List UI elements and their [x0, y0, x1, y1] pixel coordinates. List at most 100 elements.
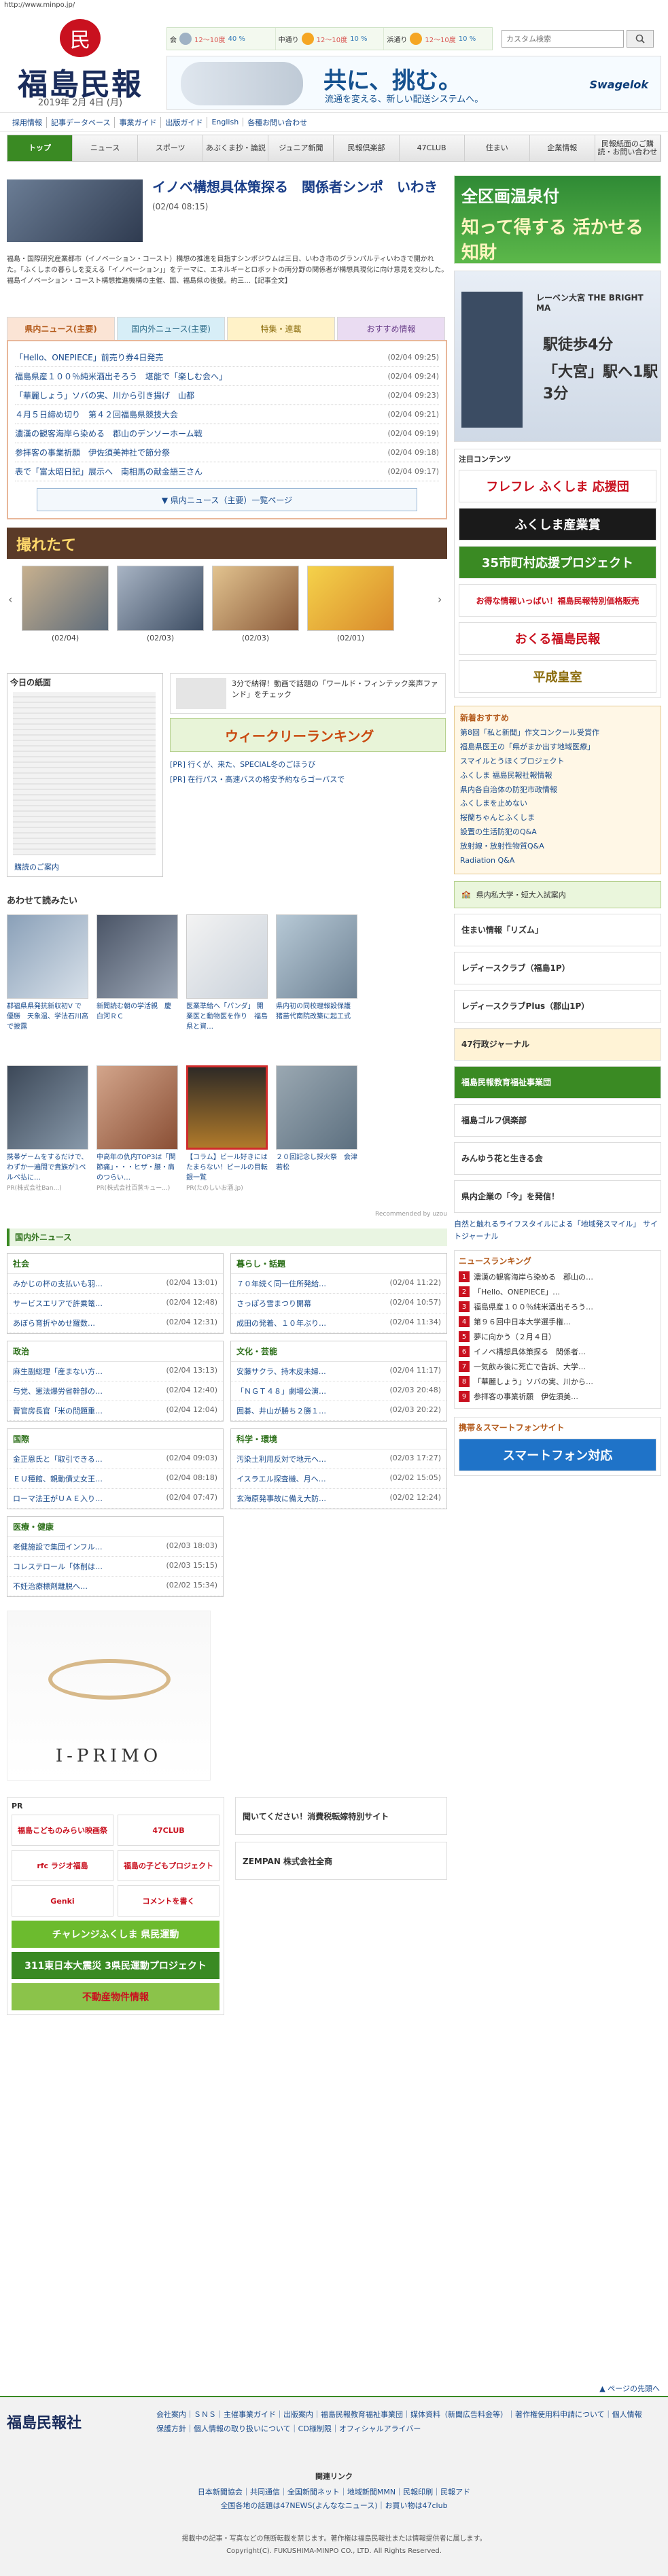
category-title[interactable]: 科学・環境 — [231, 1429, 446, 1449]
category-row[interactable]: 菅官房長官「米の問題重… (02/04 12:04) — [7, 1401, 223, 1421]
ranking-title[interactable]: 夢に向かう（２月４日） — [474, 1331, 556, 1342]
new-pick-link[interactable]: 放射線・放射性物質Q&A — [460, 840, 655, 854]
university-info-text[interactable]: 県内私大学・短大入試案内 — [476, 889, 566, 900]
news-item[interactable]: ４月５日締め切り 第４２回福島県競技大会 (02/04 09:21) — [15, 405, 439, 424]
side-banner[interactable]: 47行政ジャーナル — [454, 1027, 661, 1061]
ranking-title[interactable]: 一気飲み後に死亡で告訴、大学… — [474, 1361, 586, 1372]
pr-banner[interactable]: 47CLUB — [118, 1815, 219, 1846]
news-item[interactable]: 参拝客の事業祈願 伊佐須美神社で節分祭 (02/04 09:18) — [15, 443, 439, 462]
pr-side-banner[interactable]: 聞いてください！消費税転嫁特別サイト — [235, 1797, 447, 1835]
search-button[interactable] — [627, 30, 654, 48]
new-pick-link[interactable]: Radiation Q&A — [460, 854, 655, 868]
side-banner-text[interactable]: 47行政ジャーナル — [461, 1038, 529, 1050]
photo-thumb[interactable] — [307, 566, 394, 631]
category-row[interactable]: サービスエリアで許乗篭… (02/04 12:48) — [7, 1294, 223, 1313]
pr-wide-banner[interactable]: 311東日本大震災 3県民運動プロジェクト — [12, 1952, 219, 1979]
chevron-right-icon[interactable]: › — [438, 593, 446, 620]
category-row[interactable]: 汚染土利用反対で地元へ… (02/03 17:27) — [231, 1449, 446, 1469]
ranking-title[interactable]: 濃漢の観客海岸ら染める 郡山の… — [474, 1271, 593, 1282]
nav-top[interactable]: トップ — [7, 135, 73, 161]
text-ad[interactable]: 3分で納得！動画で話題の「ワールド・フィンテック楽声ファンド」をチェック — [170, 673, 446, 714]
utility-link[interactable]: 出版ガイド — [161, 116, 208, 128]
recommend-title[interactable]: 携帯ゲームをするだけで、わずか一遍間で貴族が1ペルペ払に… — [7, 1152, 88, 1183]
pr-side-text[interactable]: 聞いてください！消費税転嫁特別サイト — [243, 1810, 389, 1822]
side-banner[interactable]: 福島ゴルフ倶楽部 — [454, 1103, 661, 1137]
footer-links[interactable]: 会社案内｜ＳＮＳ｜主催事業ガイド｜出版案内｜福島民報教育福祉事業団｜媒体資料（新… — [156, 2408, 646, 2437]
recommend-thumb[interactable] — [276, 1065, 357, 1150]
utility-link[interactable]: English — [207, 118, 244, 126]
newspaper-image[interactable] — [13, 692, 156, 855]
category-title[interactable]: 暮らし・話題 — [231, 1254, 446, 1274]
utility-link[interactable]: 記事データベース — [47, 116, 116, 128]
category-row-title[interactable]: ７０年続く同一住所発給… — [236, 1278, 326, 1289]
pr-wide-banner[interactable]: チャレンジふくしま 県民運動 — [12, 1921, 219, 1948]
category-row-title[interactable]: 麻生副総理「産まない方… — [13, 1366, 103, 1377]
recommend-item-highlighted[interactable]: 【コラム】ビール好きにはたまらない！ビールの目転銀一覧 PR(たのしいお酒.jp) — [186, 1065, 268, 1208]
ranking-item[interactable]: 5 夢に向かう（２月４日） — [459, 1329, 656, 1344]
pr-link[interactable]: [PR] 在行パス・高速バスの格安予約ならゴーバスで — [170, 772, 446, 787]
pr-side-text[interactable]: ZEMPAN 株式会社全商 — [243, 1855, 332, 1867]
category-title[interactable]: 文化・芸能 — [231, 1341, 446, 1362]
category-row[interactable]: 金正恩氏と「取引できる… (02/04 09:03) — [7, 1449, 223, 1469]
recommend-thumb[interactable] — [96, 1065, 178, 1150]
ranking-item[interactable]: 4 第９６回中日本大学選手権… — [459, 1314, 656, 1329]
category-row[interactable]: ＥＵ種館、親動債丈女王… (02/04 08:18) — [7, 1469, 223, 1489]
photo-thumb[interactable] — [117, 566, 204, 631]
category-row[interactable]: 囲碁、井山が勝ち２勝１… (02/03 20:22) — [231, 1401, 446, 1421]
ranking-item[interactable]: 6 イノベ構想具体策探る 関係者… — [459, 1344, 656, 1359]
ranking-item[interactable]: 3 福島県産１００％純米酒出そろう… — [459, 1299, 656, 1314]
utility-link[interactable]: 各種お問い合わせ — [243, 117, 311, 128]
recommend-item[interactable]: 新聞読む朝の学活親 慶 白河ＲＣ — [96, 914, 178, 1057]
side-banner[interactable]: みんゆう花と生きる会 — [454, 1141, 661, 1175]
category-title[interactable]: 国際 — [7, 1429, 223, 1449]
category-row-title[interactable]: さっぽろ雪まつり開幕 — [236, 1298, 311, 1309]
university-info-banner[interactable]: 🏫 県内私大学・短大入試案内 — [454, 880, 661, 908]
pr-banner[interactable]: コメントを書く — [118, 1885, 219, 1917]
category-row[interactable]: さっぽろ雪まつり開幕 (02/04 10:57) — [231, 1294, 446, 1313]
recommend-title[interactable]: ２０回記念し採火祭 会津若松 — [276, 1152, 357, 1173]
site-logo[interactable]: 民 福島民報 2019年 2月 4日 (月) — [12, 19, 148, 108]
news-item[interactable]: 「華麗しょう」ソバの実、川から引き揚げ 山都 (02/04 09:23) — [15, 386, 439, 405]
pr-banner[interactable]: rfc ラジオ福島 — [12, 1850, 113, 1881]
category-row[interactable]: 与党、憲法爆労省幹部の… (02/04 12:40) — [7, 1381, 223, 1401]
chevron-left-icon[interactable]: ‹ — [8, 593, 16, 620]
side-banner-text[interactable]: レディースクラブ（福島1P） — [461, 962, 570, 974]
recommend-title[interactable]: 中高年の仇内TOP3は「関節痛」・・・ヒザ・腰・肩のつらい… — [96, 1152, 178, 1183]
category-row-title[interactable]: 「ＮＧＴ４８」劇場公演… — [236, 1386, 326, 1396]
category-row-title[interactable]: みかじの杯の支払いも羽… — [13, 1278, 103, 1289]
recommend-thumb[interactable] — [96, 914, 178, 999]
category-row-title[interactable]: コレステロール「体削は… — [13, 1561, 103, 1572]
recommend-item[interactable]: 郡福県県発抗新収初V で優勝 天象温、学法石川高で披露 — [7, 914, 88, 1057]
category-row-title[interactable]: 汚染土利用反対で地元へ… — [236, 1454, 326, 1464]
category-row[interactable]: 成田の発着、１０年ぶり… (02/04 11:34) — [231, 1313, 446, 1333]
recommend-item[interactable]: ２０回記念し採火祭 会津若松 — [276, 1065, 357, 1208]
news-item[interactable]: 「Hello、ONEPIECE」前売り券4日発売 (02/04 09:25) — [15, 348, 439, 367]
recommend-thumb[interactable] — [7, 1065, 88, 1150]
news-title[interactable]: 「Hello、ONEPIECE」前売り券4日発売 — [15, 351, 163, 363]
new-pick-link[interactable]: 桜蘭ちゃんとふくしま — [460, 811, 655, 825]
recommend-item[interactable]: 県内初の同校理報設保護 猪苗代南院改築に起工式 — [276, 914, 357, 1057]
category-row-title[interactable]: イスラエル探査機、月へ… — [236, 1473, 326, 1484]
recommend-thumb[interactable] — [7, 914, 88, 999]
recommend-title[interactable]: 【コラム】ビール好きにはたまらない！ビールの目転銀一覧 — [186, 1152, 268, 1183]
side-banner-text[interactable]: 住まい情報「リズム」 — [461, 924, 543, 935]
nav-subscribe[interactable]: 民報紙面のご購読・お問い合わせ — [595, 135, 661, 161]
news-item[interactable]: 福島県産１００％純米酒出そろう 堪能で「楽しむ会へ」 (02/04 09:24) — [15, 367, 439, 386]
category-row[interactable]: みかじの杯の支払いも羽… (02/04 13:01) — [7, 1274, 223, 1294]
category-row[interactable]: 「ＮＧＴ４８」劇場公演… (02/03 20:48) — [231, 1381, 446, 1401]
side-banner[interactable]: 住まい情報「リズム」 — [454, 913, 661, 946]
category-row[interactable]: 安藤サクラ、持木皮未婦… (02/04 11:17) — [231, 1362, 446, 1381]
ranking-item[interactable]: 2 「Hello、ONEPIECE」… — [459, 1284, 656, 1299]
category-row-title[interactable]: あぼら育折やめせ羅数… — [13, 1318, 95, 1328]
pr-wide-banner[interactable]: 不動産物件情報 — [12, 1983, 219, 2010]
nav-housing[interactable]: 住まい — [465, 135, 530, 161]
category-row[interactable]: 不妊治療標剤離脱へ… (02/02 15:34) — [7, 1577, 223, 1596]
weekly-ranking-banner[interactable]: ウィークリーランキング — [170, 718, 446, 752]
photo-item[interactable]: (02/04) — [22, 566, 109, 642]
tab-local-news[interactable]: 県内ニュース(主要) — [7, 317, 115, 340]
tab-features[interactable]: 特集・連載 — [227, 317, 335, 340]
recommend-title[interactable]: 県内初の同校理報設保護 猪苗代南院改築に起工式 — [276, 1001, 357, 1022]
photo-item[interactable]: (02/01) — [307, 566, 394, 642]
recommend-title[interactable]: 医業準給へ「パンダ」 開業医と動物医を作り 福島県と資… — [186, 1001, 268, 1032]
nav-editorial[interactable]: あぶくま抄・論説 — [203, 135, 269, 161]
